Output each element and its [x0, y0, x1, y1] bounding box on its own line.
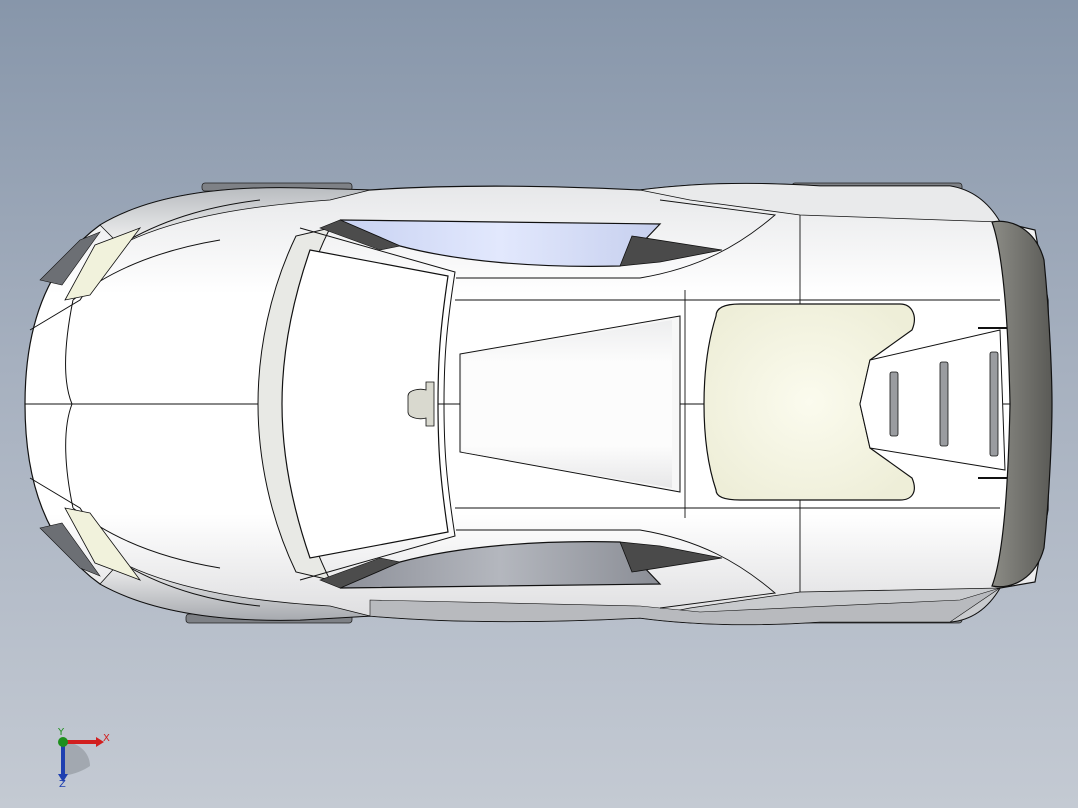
graphics-viewport[interactable]: X Y Z	[0, 0, 1078, 808]
car-model-top-view[interactable]	[0, 0, 1078, 808]
x-axis-label: X	[103, 733, 110, 744]
y-axis-label: Y	[58, 727, 65, 738]
coordinate-triad: X Y Z	[48, 728, 118, 798]
z-axis-label: Z	[59, 779, 66, 790]
